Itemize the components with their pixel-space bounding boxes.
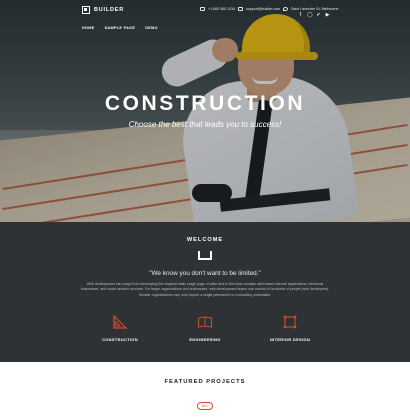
feature-label: CONSTRUCTION bbox=[102, 337, 138, 342]
twitter-icon[interactable]: ✔ bbox=[316, 13, 321, 18]
logo-icon bbox=[82, 6, 90, 14]
featured-title: FEATURED PROJECTS bbox=[164, 379, 246, 385]
main-nav: HOME SAMPLE PAGE DEMO bbox=[82, 26, 158, 30]
features-row: CONSTRUCTION ENGINEERING INTERIOR DESIGN bbox=[0, 314, 410, 354]
social-links: f ◯ ✔ ▶ bbox=[298, 13, 330, 18]
nav-home[interactable]: HOME bbox=[82, 26, 95, 30]
site-logo[interactable]: BUILDER bbox=[82, 6, 124, 14]
feature-construction[interactable]: CONSTRUCTION bbox=[80, 314, 160, 342]
welcome-body: Web development can range from developin… bbox=[80, 282, 330, 297]
youtube-icon[interactable]: ▶ bbox=[325, 13, 330, 18]
filter-all-button[interactable]: ALL bbox=[197, 402, 213, 410]
mail-icon bbox=[238, 7, 243, 11]
hero-title: CONSTRUCTION bbox=[104, 92, 306, 115]
blueprint-book-icon bbox=[197, 316, 213, 328]
nav-demo[interactable]: DEMO bbox=[145, 26, 158, 30]
feature-label: INTERIOR DESIGN bbox=[269, 337, 311, 342]
location-pin-icon bbox=[283, 7, 288, 11]
ruler-triangle-icon bbox=[113, 314, 128, 329]
feature-engineering[interactable]: ENGINEERING bbox=[165, 314, 245, 342]
featured-projects-section: FEATURED PROJECTS ALL bbox=[0, 362, 410, 420]
contact-email[interactable]: support@builder.com bbox=[238, 7, 280, 11]
welcome-section: WELCOME "We know you don't want to be li… bbox=[0, 222, 410, 362]
top-bar: BUILDER +1 800 555 1234 support@builder.… bbox=[0, 0, 410, 20]
welcome-bracket-icon bbox=[198, 251, 212, 260]
nav-sample-page[interactable]: SAMPLE PAGE bbox=[105, 26, 136, 30]
hero-section: BUILDER +1 800 555 1234 support@builder.… bbox=[0, 0, 410, 222]
frame-square-icon bbox=[283, 315, 297, 329]
feature-label: ENGINEERING bbox=[189, 337, 221, 342]
instagram-icon[interactable]: ◯ bbox=[307, 13, 313, 18]
contact-phone[interactable]: +1 800 555 1234 bbox=[200, 7, 235, 11]
welcome-title: WELCOME bbox=[186, 237, 224, 243]
logo-text: BUILDER bbox=[94, 7, 125, 13]
feature-interior-design[interactable]: INTERIOR DESIGN bbox=[250, 314, 330, 342]
welcome-quote: "We know you don't want to be limited." bbox=[149, 270, 261, 277]
phone-icon bbox=[200, 7, 205, 11]
hero-subtitle: Choose the best that leads you to succes… bbox=[128, 120, 282, 129]
facebook-icon[interactable]: f bbox=[298, 13, 303, 18]
contact-address: Saint Lavender St, Melbourne bbox=[283, 7, 339, 11]
